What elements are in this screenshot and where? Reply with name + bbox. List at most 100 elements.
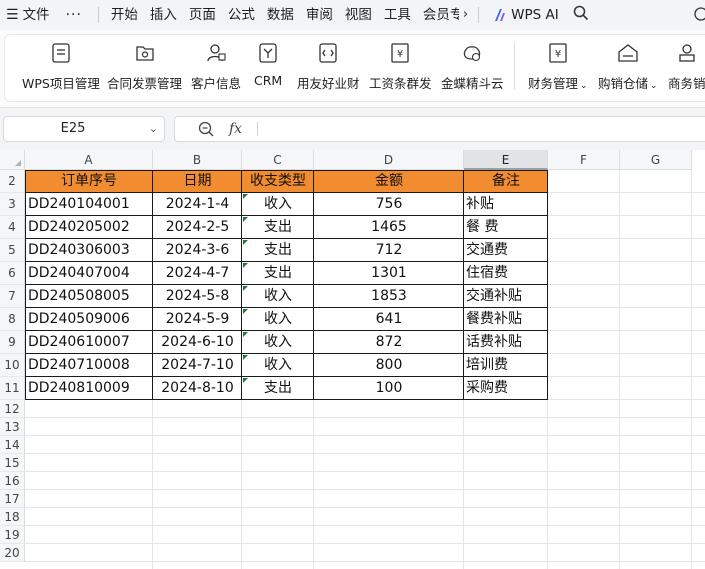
row-header-17[interactable]: 17	[0, 490, 25, 508]
header-cell-note[interactable]: 备注	[464, 170, 548, 193]
search-icon[interactable]	[567, 5, 595, 25]
column-header-g[interactable]: G	[620, 150, 692, 170]
row-header-14[interactable]: 14	[0, 436, 25, 454]
ribbon-finance[interactable]: ¥ 财务管理 ⌄	[528, 42, 588, 92]
row-header-10[interactable]: 10	[0, 354, 25, 377]
ribbon-wps-project[interactable]: WPS项目管理	[22, 42, 100, 92]
cell-order-no[interactable]: DD240610007	[25, 331, 153, 354]
cell-note[interactable]: 补贴	[464, 193, 548, 216]
menu-formula[interactable]: 公式	[222, 0, 261, 30]
cell-note[interactable]: 住宿费	[464, 262, 548, 285]
cell-date[interactable]: 2024-3-6	[153, 239, 242, 262]
cell-amount[interactable]: 1853	[314, 285, 464, 308]
ribbon-contract-invoice[interactable]: 合同发票管理	[107, 42, 182, 92]
header-cell-amount[interactable]: 金额	[314, 170, 464, 193]
fx-icon[interactable]: fx	[229, 117, 242, 141]
header-cell-type[interactable]: 收支类型	[242, 170, 314, 193]
cell-note[interactable]: 话费补贴	[464, 331, 548, 354]
menu-data[interactable]: 数据	[261, 0, 300, 30]
row-header-6[interactable]: 6	[0, 262, 25, 285]
menu-insert[interactable]: 插入	[144, 0, 183, 30]
cell-order-no[interactable]: DD240306003	[25, 239, 153, 262]
column-header-d[interactable]: D	[314, 150, 464, 170]
cell-date[interactable]: 2024-1-4	[153, 193, 242, 216]
cell-type[interactable]: 收入	[242, 308, 314, 331]
cell-type[interactable]: 收入	[242, 331, 314, 354]
cell-type[interactable]: 收入	[242, 354, 314, 377]
ribbon-payslip[interactable]: ¥ 工资条群发	[369, 42, 432, 92]
cell-date[interactable]: 2024-5-8	[153, 285, 242, 308]
row-header-20[interactable]: 20	[0, 544, 25, 562]
cell-date[interactable]: 2024-7-10	[153, 354, 242, 377]
formula-input[interactable]: fx	[174, 116, 705, 142]
cell-date[interactable]: 2024-2-5	[153, 216, 242, 239]
row-header-4[interactable]: 4	[0, 216, 25, 239]
spreadsheet-grid[interactable]: A B C D E F G 2 3 4 5 6 7 8 9 10 11 12 13 14 15 16 17 18 19 20 订单序…	[0, 150, 705, 569]
header-cell-date[interactable]: 日期	[153, 170, 242, 193]
cell-note[interactable]: 交通补贴	[464, 285, 548, 308]
row-header-19[interactable]: 19	[0, 526, 25, 544]
ribbon-crm[interactable]: CRM	[254, 42, 282, 88]
cell-note[interactable]: 采购费	[464, 377, 548, 400]
more-icon[interactable]: ···	[56, 0, 92, 30]
menu-page[interactable]: 页面	[183, 0, 222, 30]
menu-file[interactable]: 文件	[21, 0, 56, 30]
cell-amount[interactable]: 100	[314, 377, 464, 400]
row-header-13[interactable]: 13	[0, 418, 25, 436]
cell-amount[interactable]: 756	[314, 193, 464, 216]
cell-type[interactable]: 支出	[242, 216, 314, 239]
cell-date[interactable]: 2024-6-10	[153, 331, 242, 354]
menu-view[interactable]: 视图	[339, 0, 378, 30]
row-header-5[interactable]: 5	[0, 239, 25, 262]
name-box[interactable]: E25 ⌄	[3, 116, 165, 142]
column-header-e[interactable]: E	[464, 150, 548, 170]
row-header-18[interactable]: 18	[0, 508, 25, 526]
cell-note[interactable]: 培训费	[464, 354, 548, 377]
chevron-right-icon[interactable]: ›	[459, 0, 472, 30]
wps-ai-button[interactable]: WPS AI	[485, 0, 567, 30]
cell-date[interactable]: 2024-8-10	[153, 377, 242, 400]
row-header-8[interactable]: 8	[0, 308, 25, 331]
header-cell-order-no[interactable]: 订单序号	[25, 170, 153, 193]
cell-date[interactable]: 2024-5-9	[153, 308, 242, 331]
cell-note[interactable]: 餐费补贴	[464, 308, 548, 331]
cell-type[interactable]: 支出	[242, 262, 314, 285]
column-header-c[interactable]: C	[242, 150, 314, 170]
ribbon-customer-info[interactable]: 客户信息	[191, 42, 241, 92]
cell-note[interactable]: 餐 费	[464, 216, 548, 239]
cell-order-no[interactable]: DD240205002	[25, 216, 153, 239]
cell-type[interactable]: 支出	[242, 377, 314, 400]
row-header-15[interactable]: 15	[0, 454, 25, 472]
cell-type[interactable]: 支出	[242, 239, 314, 262]
row-header-11[interactable]: 11	[0, 377, 25, 400]
ribbon-yonyou[interactable]: 用友好业财	[297, 42, 360, 92]
row-header-16[interactable]: 16	[0, 472, 25, 490]
cell-order-no[interactable]: DD240104001	[25, 193, 153, 216]
row-header-7[interactable]: 7	[0, 285, 25, 308]
cell-order-no[interactable]: DD240810009	[25, 377, 153, 400]
cell-amount[interactable]: 800	[314, 354, 464, 377]
cell-order-no[interactable]: DD240508005	[25, 285, 153, 308]
chevron-down-icon[interactable]: ⌄	[149, 117, 158, 141]
cell-date[interactable]: 2024-4-7	[153, 262, 242, 285]
cell-amount[interactable]: 872	[314, 331, 464, 354]
ribbon-business[interactable]: 商务销	[668, 42, 705, 92]
column-header-a[interactable]: A	[25, 150, 153, 170]
select-all-corner[interactable]	[0, 150, 25, 170]
ribbon-warehouse[interactable]: 购销仓储 ⌄	[598, 42, 658, 92]
zoom-icon[interactable]	[197, 120, 215, 138]
column-header-f[interactable]: F	[548, 150, 620, 170]
menu-member[interactable]: 会员专	[417, 0, 459, 30]
ribbon-kingdee[interactable]: 金蝶精斗云	[441, 42, 504, 92]
column-header-b[interactable]: B	[153, 150, 242, 170]
cell-amount[interactable]: 1465	[314, 216, 464, 239]
row-header-2[interactable]: 2	[0, 170, 25, 193]
cell-amount[interactable]: 712	[314, 239, 464, 262]
row-header-3[interactable]: 3	[0, 193, 25, 216]
menu-icon[interactable]: ☰	[0, 0, 21, 30]
menu-home[interactable]: 开始	[105, 0, 144, 30]
cell-note[interactable]: 交通费	[464, 239, 548, 262]
row-header-12[interactable]: 12	[0, 400, 25, 418]
menu-tools[interactable]: 工具	[378, 0, 417, 30]
cell-type[interactable]: 收入	[242, 285, 314, 308]
